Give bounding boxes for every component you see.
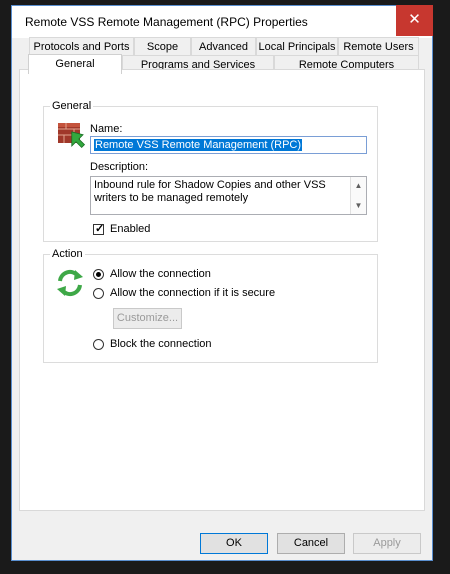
radio-selected-dot: [96, 272, 101, 277]
block-connection-radio[interactable]: [93, 339, 104, 350]
name-label: Name:: [90, 123, 123, 135]
customize-button[interactable]: Customize...: [113, 308, 182, 329]
title-bar[interactable]: Remote VSS Remote Management (RPC) Prope…: [12, 5, 433, 38]
firewall-rule-icon: [58, 123, 86, 149]
close-icon: ✕: [408, 11, 421, 28]
enabled-label: Enabled: [110, 223, 151, 235]
apply-button[interactable]: Apply: [353, 533, 421, 554]
description-field[interactable]: Inbound rule for Shadow Copies and other…: [90, 176, 367, 215]
description-label: Description:: [90, 161, 149, 173]
window-title: Remote VSS Remote Management (RPC) Prope…: [25, 15, 308, 29]
enabled-checkbox[interactable]: ✓: [93, 223, 105, 235]
action-group-label: Action: [50, 248, 85, 260]
action-groupbox: Action Allow the connection Allow the co…: [43, 248, 378, 363]
allow-if-secure-label: Allow the connection if it is secure: [110, 287, 276, 299]
tab-general[interactable]: General: [28, 54, 122, 74]
name-field[interactable]: Remote VSS Remote Management (RPC): [90, 136, 367, 154]
scroll-down-icon[interactable]: ▼: [351, 197, 366, 214]
close-button[interactable]: ✕: [396, 5, 433, 36]
general-tab-panel: General Name: Remote VSS Remote Manageme…: [19, 69, 425, 511]
tab-label: Remote Users: [343, 41, 414, 53]
description-field-value: Inbound rule for Shadow Copies and other…: [94, 179, 326, 204]
dialog-client-area: Protocols and Ports Scope Advanced Local…: [12, 37, 432, 560]
tab-advanced[interactable]: Advanced: [191, 37, 256, 56]
name-field-value: Remote VSS Remote Management (RPC): [94, 139, 303, 151]
ok-button[interactable]: OK: [200, 533, 268, 554]
general-group-label: General: [50, 100, 94, 112]
allow-if-secure-radio[interactable]: [93, 288, 104, 299]
tab-label: Protocols and Ports: [33, 41, 130, 53]
tab-label: Advanced: [199, 41, 248, 53]
tab-label: Local Principals: [258, 41, 336, 53]
tab-scope[interactable]: Scope: [134, 37, 191, 56]
scroll-up-icon[interactable]: ▲: [351, 177, 366, 194]
refresh-arrows-icon: [57, 269, 83, 297]
tab-label: Scope: [146, 41, 179, 53]
allow-connection-radio[interactable]: [93, 269, 104, 280]
tab-local-principals[interactable]: Local Principals: [256, 37, 338, 56]
cancel-button[interactable]: Cancel: [277, 533, 345, 554]
description-scrollbar[interactable]: ▲ ▼: [350, 177, 366, 214]
tab-label: General: [55, 58, 95, 70]
properties-dialog: Remote VSS Remote Management (RPC) Prope…: [11, 5, 433, 561]
block-connection-label: Block the connection: [110, 338, 212, 350]
allow-connection-label: Allow the connection: [110, 268, 211, 280]
checkmark-icon: ✓: [95, 223, 105, 235]
tab-remote-users[interactable]: Remote Users: [338, 37, 419, 56]
general-groupbox: General Name: Remote VSS Remote Manageme…: [43, 100, 378, 242]
